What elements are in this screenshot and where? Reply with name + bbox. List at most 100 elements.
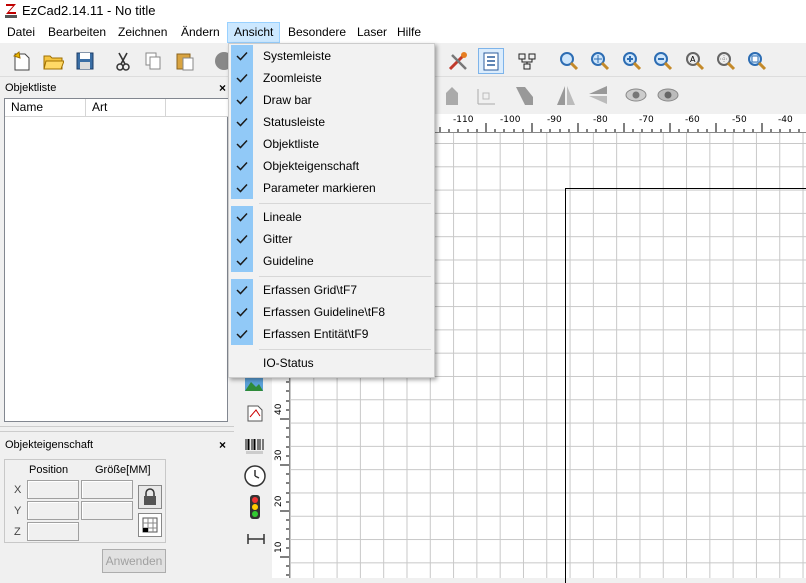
- menu-zeichnen[interactable]: Zeichnen: [112, 22, 173, 43]
- view-menu-item[interactable]: Erfassen Grid\tF7: [231, 279, 432, 301]
- zoom-pan-icon: [591, 52, 610, 71]
- mirror-h-button[interactable]: [553, 82, 579, 108]
- object-list[interactable]: Name Art: [4, 98, 228, 422]
- column-filler: [166, 99, 228, 117]
- checkmark-icon: [231, 279, 253, 301]
- menu-item-label: Draw bar: [263, 93, 312, 107]
- timer-tool-button[interactable]: [243, 464, 267, 488]
- size-y-field[interactable]: [81, 501, 133, 520]
- list-settings-icon: [483, 52, 499, 71]
- view-menu-item[interactable]: IO-Status: [231, 352, 432, 374]
- view-menu-dropdown: Systemleiste Zoomleiste Draw bar Statusl…: [228, 43, 435, 378]
- view-menu-item[interactable]: Objektliste: [231, 133, 432, 155]
- save-button[interactable]: [72, 48, 98, 74]
- zoom-in-button[interactable]: [619, 48, 645, 74]
- view-menu-item[interactable]: Lineale: [231, 206, 432, 228]
- position-label: Position: [29, 464, 69, 476]
- view-menu-item[interactable]: Guideline: [231, 250, 432, 272]
- barcode-tool-button[interactable]: [244, 438, 266, 456]
- position-x-field[interactable]: [27, 480, 79, 499]
- panel-splitter[interactable]: [0, 426, 234, 432]
- window-title: EzCad2.14.11 - No title: [22, 3, 156, 18]
- lock-shape-icon: [446, 87, 458, 105]
- menu-aendern[interactable]: Ändern: [175, 22, 226, 43]
- zoom-pan-button[interactable]: [587, 48, 613, 74]
- menu-ansicht[interactable]: Ansicht: [227, 22, 281, 43]
- view-menu-item[interactable]: Zoomleiste: [231, 67, 432, 89]
- view-menu-item[interactable]: Erfassen Guideline\tF8: [231, 301, 432, 323]
- view-menu-item[interactable]: Parameter markieren: [231, 177, 432, 199]
- vector-tool-button[interactable]: [244, 402, 266, 424]
- position-y-field[interactable]: [27, 501, 79, 520]
- zoom-page-button[interactable]: [744, 48, 770, 74]
- size-x-field[interactable]: [81, 480, 133, 499]
- ezcad-logo-icon: [5, 4, 17, 18]
- axis-y-label: Y: [14, 505, 22, 517]
- ruler-label: -60: [685, 115, 700, 125]
- eye-icon: [625, 88, 647, 102]
- checkmark-icon: [231, 111, 253, 133]
- param-list-button[interactable]: [478, 48, 504, 74]
- ruler-label: -70: [639, 115, 654, 125]
- zoom-button[interactable]: [556, 48, 582, 74]
- shear-tool-button[interactable]: [511, 82, 537, 108]
- checkmark-icon: [231, 67, 253, 89]
- object-props-header: Objekteigenschaft ×: [2, 437, 230, 453]
- ruler-label: -80: [593, 115, 608, 125]
- view-menu-item[interactable]: Objekteigenschaft: [231, 155, 432, 177]
- menu-datei[interactable]: Datei: [1, 22, 41, 43]
- menu-bearbeiten[interactable]: Bearbeiten: [42, 22, 112, 43]
- open-file-button[interactable]: [40, 48, 66, 74]
- align-tool-button[interactable]: [473, 82, 499, 108]
- view-menu-item[interactable]: Draw bar: [231, 89, 432, 111]
- view-menu-item[interactable]: Erfassen Entität\tF9: [231, 323, 432, 345]
- anchor-grid-button[interactable]: [138, 513, 162, 537]
- lock-tool-button[interactable]: [439, 82, 465, 108]
- view-menu-item[interactable]: Systemleiste: [231, 45, 432, 67]
- object-props-close-icon[interactable]: ×: [219, 437, 226, 453]
- menu-item-label: Erfassen Guideline\tF8: [263, 305, 386, 319]
- apply-button[interactable]: Anwenden: [102, 549, 166, 573]
- vector-file-icon: [247, 405, 263, 422]
- open-folder-icon: [43, 55, 64, 70]
- menu-separator: [259, 203, 431, 204]
- view-menu-item[interactable]: Gitter: [231, 228, 432, 250]
- mirror-v-button[interactable]: [585, 82, 611, 108]
- hide-tool-button[interactable]: [655, 82, 681, 108]
- paste-button[interactable]: [172, 48, 198, 74]
- position-z-field[interactable]: [27, 522, 79, 541]
- copy-button[interactable]: [140, 48, 166, 74]
- show-tool-button[interactable]: [623, 82, 649, 108]
- cut-button[interactable]: [110, 48, 136, 74]
- traffic-light-icon: [250, 495, 260, 519]
- column-art[interactable]: Art: [86, 99, 166, 117]
- draw-toolbar: [236, 360, 272, 578]
- view-menu-item[interactable]: Statusleiste: [231, 111, 432, 133]
- checkmark-icon: [231, 323, 253, 345]
- menu-item-label: Guideline: [263, 254, 314, 268]
- menu-item-label: Lineale: [263, 210, 302, 224]
- object-list-title: Objektliste: [5, 82, 57, 94]
- zoom-grid-icon: [717, 52, 736, 71]
- barcode-icon: [245, 439, 264, 454]
- column-name[interactable]: Name: [5, 99, 86, 117]
- new-file-button[interactable]: [8, 48, 34, 74]
- checkmark-icon: [231, 301, 253, 323]
- lock-ratio-button[interactable]: [138, 485, 162, 509]
- top-ruler: -110 -100 -90 -80 -70 -60 -50 -40: [435, 114, 806, 133]
- menu-hilfe[interactable]: Hilfe: [391, 22, 427, 43]
- menu-besondere[interactable]: Besondere: [282, 22, 352, 43]
- io-tool-button[interactable]: [247, 494, 263, 520]
- size-label: Größe[MM]: [95, 464, 151, 476]
- align-corner-icon: [477, 89, 495, 105]
- zoom-out-button[interactable]: [650, 48, 676, 74]
- axis-x-label: X: [14, 484, 22, 496]
- object-list-close-icon[interactable]: ×: [219, 80, 226, 96]
- hierarchy-button[interactable]: [514, 48, 540, 74]
- menu-laser[interactable]: Laser: [351, 22, 393, 43]
- distance-tool-button[interactable]: [246, 532, 266, 546]
- axis-z-label: Z: [14, 526, 21, 538]
- settings-button[interactable]: [445, 48, 471, 74]
- zoom-all-button[interactable]: A: [682, 48, 708, 74]
- zoom-grid-button[interactable]: [713, 48, 739, 74]
